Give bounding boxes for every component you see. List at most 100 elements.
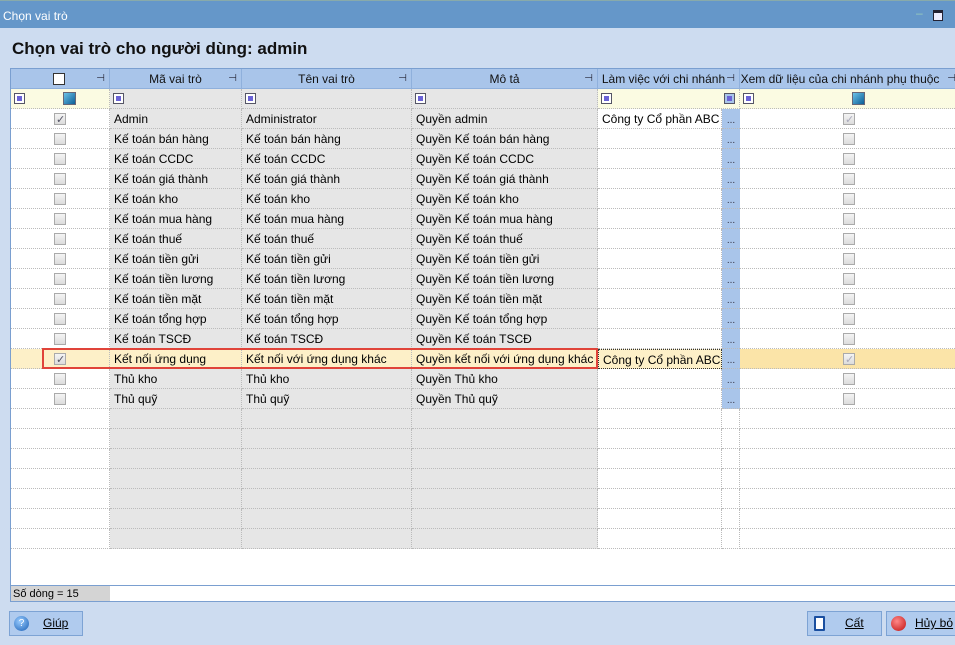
select-cell[interactable] bbox=[11, 309, 110, 329]
branch-cell[interactable]: Công ty Cổ phần ABC bbox=[598, 109, 722, 129]
branch-cell[interactable] bbox=[598, 149, 722, 169]
branch-cell[interactable] bbox=[598, 189, 722, 209]
table-row[interactable]: Kế toán tiền mặt Kế toán tiền mặt Quyền Kế… bbox=[11, 289, 955, 309]
branch-picker-button[interactable]: ... bbox=[722, 129, 740, 149]
select-cell[interactable] bbox=[11, 429, 110, 449]
pin-icon[interactable]: ⊣ bbox=[584, 69, 593, 88]
branch-cell[interactable] bbox=[598, 469, 722, 489]
table-row[interactable]: Kế toán TSCĐ Kế toán TSCĐ Quyền Kế toán TS… bbox=[11, 329, 955, 349]
header-sub-branch[interactable]: Xem dữ liệu của chi nhánh phụ thuộc ⊣ bbox=[740, 69, 955, 89]
sub-branch-checkbox[interactable] bbox=[843, 173, 855, 185]
branch-cell[interactable] bbox=[598, 429, 722, 449]
select-cell[interactable] bbox=[11, 289, 110, 309]
table-row[interactable]: Kế toán tiền lương Kế toán tiền lương Quyề… bbox=[11, 269, 955, 289]
branch-cell[interactable]: Công ty Cổ phần ABC... bbox=[598, 349, 722, 369]
filter-cell[interactable] bbox=[110, 89, 242, 109]
sub-branch-checkbox[interactable] bbox=[843, 110, 855, 128]
filter-cell[interactable] bbox=[412, 89, 598, 109]
filter-icon[interactable] bbox=[245, 93, 256, 104]
sub-branch-checkbox[interactable] bbox=[843, 333, 855, 345]
table-row[interactable]: Kế toán mua hàng Kế toán mua hàng Quyền Kế… bbox=[11, 209, 955, 229]
sub-branch-checkbox[interactable] bbox=[843, 133, 855, 145]
sub-branch-checkbox[interactable] bbox=[843, 253, 855, 265]
branch-cell[interactable] bbox=[598, 169, 722, 189]
branch-cell[interactable] bbox=[598, 489, 722, 509]
table-row[interactable]: Kế toán giá thành Kế toán giá thành Quyền … bbox=[11, 169, 955, 189]
row-checkbox[interactable] bbox=[54, 213, 66, 225]
table-row[interactable]: Kế toán tiền gửi Kế toán tiền gửi Quyền Kế… bbox=[11, 249, 955, 269]
select-cell[interactable] bbox=[11, 449, 110, 469]
row-checkbox[interactable] bbox=[54, 293, 66, 305]
row-checkbox[interactable] bbox=[54, 373, 66, 385]
select-cell[interactable] bbox=[11, 109, 110, 129]
branch-cell[interactable] bbox=[598, 209, 722, 229]
branch-picker-button[interactable]: ... bbox=[722, 249, 740, 269]
select-cell[interactable] bbox=[11, 469, 110, 489]
select-cell[interactable] bbox=[11, 129, 110, 149]
pin-icon[interactable]: ⊣ bbox=[228, 69, 237, 88]
filter-icon[interactable] bbox=[113, 93, 124, 104]
table-row[interactable]: Thủ kho Thủ kho Quyền Thủ kho... bbox=[11, 369, 955, 389]
filter-icon[interactable] bbox=[415, 93, 426, 104]
row-checkbox[interactable] bbox=[54, 273, 66, 285]
filter-checkbox-icon[interactable] bbox=[63, 92, 76, 105]
branch-cell[interactable] bbox=[598, 369, 722, 389]
branch-cell[interactable] bbox=[598, 249, 722, 269]
filter-icon[interactable] bbox=[14, 93, 25, 104]
save-button[interactable]: Cất bbox=[807, 611, 882, 636]
sub-branch-checkbox[interactable] bbox=[843, 213, 855, 225]
filter-cell[interactable] bbox=[11, 89, 110, 109]
pin-icon[interactable]: ⊣ bbox=[726, 69, 735, 88]
sub-branch-checkbox[interactable] bbox=[843, 273, 855, 285]
header-select-all[interactable]: ⊣ bbox=[11, 69, 110, 89]
table-row[interactable]: Kế toán CCDC Kế toán CCDC Quyền Kế toán CC… bbox=[11, 149, 955, 169]
header-name[interactable]: Tên vai trò ⊣ bbox=[242, 69, 412, 89]
filter-cell[interactable] bbox=[740, 89, 955, 109]
filter-icon[interactable] bbox=[601, 93, 612, 104]
branch-picker-button[interactable]: ... bbox=[722, 209, 740, 229]
branch-cell[interactable] bbox=[598, 329, 722, 349]
select-cell[interactable] bbox=[11, 349, 110, 369]
branch-cell[interactable] bbox=[598, 129, 722, 149]
row-checkbox[interactable] bbox=[54, 153, 66, 165]
select-cell[interactable] bbox=[11, 409, 110, 429]
row-checkbox[interactable] bbox=[54, 173, 66, 185]
row-checkbox[interactable] bbox=[54, 393, 66, 405]
sub-branch-checkbox[interactable] bbox=[843, 193, 855, 205]
header-branch[interactable]: Làm việc với chi nhánh ⊣ bbox=[598, 69, 740, 89]
row-checkbox[interactable] bbox=[54, 193, 66, 205]
table-row[interactable]: Kế toán tổng hợp Kế toán tổng hợp Quyền Kế… bbox=[11, 309, 955, 329]
filter-checkbox-icon[interactable] bbox=[852, 92, 865, 105]
filter-cell[interactable] bbox=[598, 89, 740, 109]
table-row[interactable]: Kế toán kho Kế toán kho Quyền Kế toán kho.… bbox=[11, 189, 955, 209]
header-code[interactable]: Mã vai trò ⊣ bbox=[110, 69, 242, 89]
branch-cell[interactable] bbox=[598, 289, 722, 309]
select-cell[interactable] bbox=[11, 529, 110, 549]
row-checkbox[interactable] bbox=[54, 253, 66, 265]
header-desc[interactable]: Mô tả ⊣ bbox=[412, 69, 598, 89]
branch-cell[interactable] bbox=[598, 409, 722, 429]
branch-picker-button[interactable]: ... bbox=[722, 269, 740, 289]
branch-picker-button[interactable]: ... bbox=[722, 169, 740, 189]
sub-branch-checkbox[interactable] bbox=[843, 153, 855, 165]
select-cell[interactable] bbox=[11, 269, 110, 289]
row-checkbox[interactable] bbox=[54, 110, 66, 128]
select-cell[interactable] bbox=[11, 209, 110, 229]
table-row[interactable]: Kết nối ứng dụngKết nối với ứng dụng khá… bbox=[11, 349, 955, 369]
cancel-button[interactable]: Hủy bỏ bbox=[886, 611, 955, 636]
table-row[interactable]: Thủ quỹ Thủ quỹ Quyền Thủ quỹ... bbox=[11, 389, 955, 409]
select-cell[interactable] bbox=[11, 389, 110, 409]
pin-icon[interactable]: ⊣ bbox=[398, 69, 407, 88]
branch-picker-button[interactable]: ... bbox=[722, 349, 740, 369]
table-row[interactable]: AdminAdministratorQuyền adminCông ty Cổ … bbox=[11, 109, 955, 129]
sub-branch-checkbox[interactable] bbox=[843, 233, 855, 245]
row-checkbox[interactable] bbox=[54, 350, 66, 368]
help-button[interactable]: ? Giúp bbox=[9, 611, 83, 636]
branch-picker-button[interactable]: ... bbox=[722, 389, 740, 409]
select-cell[interactable] bbox=[11, 149, 110, 169]
select-cell[interactable] bbox=[11, 229, 110, 249]
maximize-button[interactable] bbox=[933, 10, 943, 21]
branch-picker-button[interactable]: ... bbox=[722, 189, 740, 209]
sub-branch-checkbox[interactable] bbox=[843, 350, 855, 368]
select-cell[interactable] bbox=[11, 329, 110, 349]
